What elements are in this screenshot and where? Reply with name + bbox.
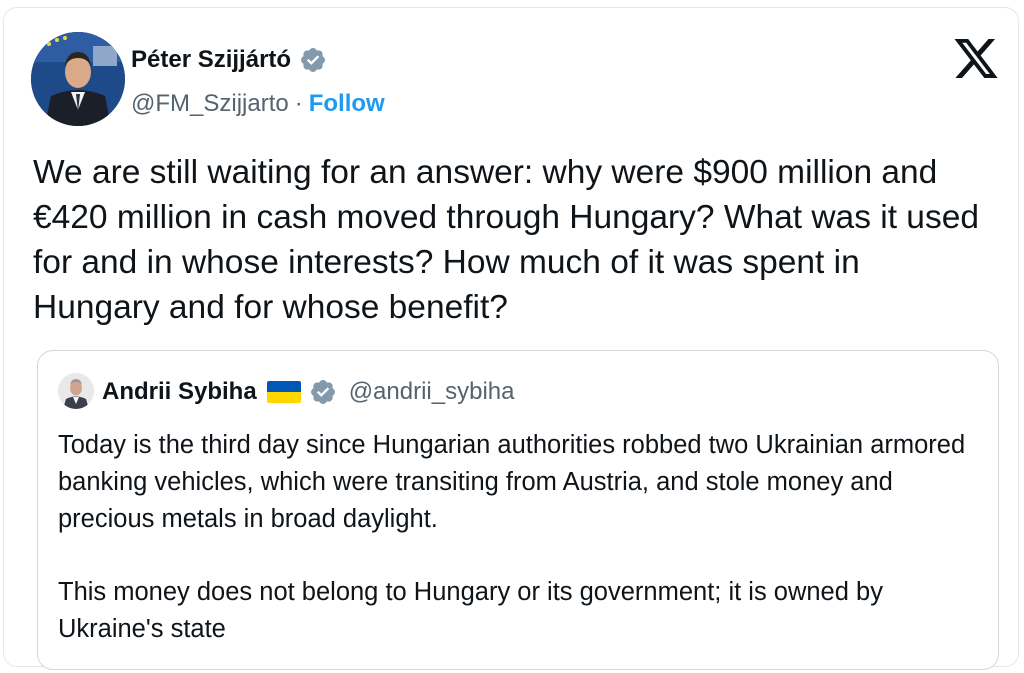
quoted-avatar-photo (58, 373, 94, 409)
tweet-text: We are still waiting for an answer: why … (33, 154, 979, 326)
tweet-card: Péter Szijjártó @FM_Szijjarto · Follow W… (3, 7, 1019, 670)
author-handle-line: @FM_Szijjarto · Follow (131, 90, 385, 118)
quoted-author-name[interactable]: Andrii Sybiha (102, 378, 257, 406)
quoted-author-handle[interactable]: @andrii_sybiha (349, 378, 515, 406)
ukraine-flag-icon (266, 381, 301, 403)
author-name[interactable]: Péter Szijjártó (131, 46, 291, 74)
quoted-tweet-paragraph-1: Today is the third day since Hungarian a… (58, 431, 966, 533)
quoted-author-avatar[interactable] (58, 373, 94, 409)
quoted-tweet-paragraph-2: This money does not belong to Hungary or… (58, 578, 883, 643)
author-name-line: Péter Szijjártó (131, 46, 327, 74)
author-avatar[interactable] (31, 32, 125, 126)
author-handle[interactable]: @FM_Szijjarto (131, 90, 289, 118)
quoted-author-header: Andrii Sybiha @andrii_sybiha (102, 375, 514, 409)
follow-button[interactable]: Follow (309, 90, 385, 118)
quoted-tweet[interactable]: Andrii Sybiha @andrii_sybiha Today is th… (37, 350, 999, 670)
verified-badge-icon (299, 46, 327, 74)
quoted-verified-badge-icon (309, 378, 337, 406)
separator-dot: · (294, 90, 303, 117)
x-logo-icon[interactable] (952, 39, 1000, 81)
avatar-photo (31, 32, 125, 126)
